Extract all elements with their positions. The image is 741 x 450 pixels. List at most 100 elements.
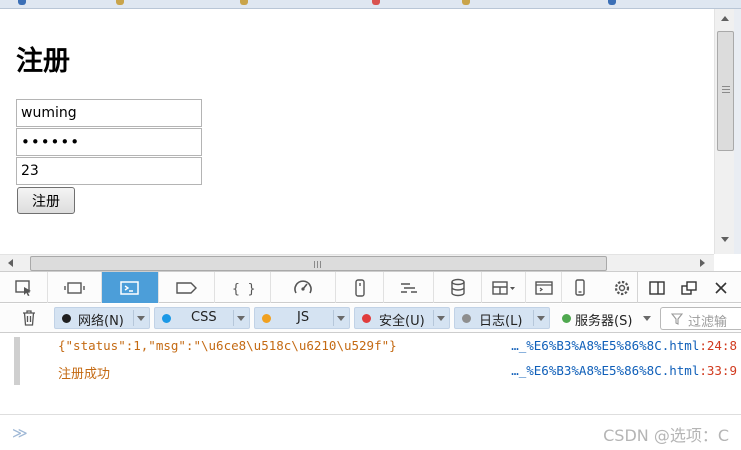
log-message-text: 注册成功 (58, 367, 111, 382)
log-source-link[interactable]: …_%E6%B3%A8%E5%86%8C.html:24:8 (511, 338, 737, 353)
filter-label: 服务器(S) (575, 314, 633, 329)
console-message: 注册成功 …_%E6%B3%A8%E5%86%8C.html:33:9 (58, 363, 741, 383)
password-field[interactable] (16, 128, 202, 156)
logging-dot-icon (462, 314, 471, 323)
scroll-left-arrow-icon[interactable] (8, 259, 13, 267)
console-icon (120, 280, 139, 295)
security-dot-icon (362, 314, 371, 323)
storage-icon (450, 278, 465, 296)
chevron-down-icon[interactable] (537, 316, 545, 321)
server-dot-icon (562, 314, 571, 323)
browser-tab-strip (0, 0, 741, 9)
tab-favicon (240, 0, 248, 5)
js-dot-icon (262, 314, 271, 323)
device-icon (575, 278, 585, 296)
dock-side-button[interactable] (642, 272, 672, 303)
register-button[interactable]: 注册 (17, 187, 75, 214)
separate-window-icon (681, 280, 697, 295)
grip-line (317, 261, 318, 268)
clear-console-button[interactable] (20, 309, 38, 331)
console-input[interactable]: ≫ CSDN @选项：C (0, 414, 741, 450)
separate-window-button[interactable] (674, 272, 704, 303)
network-dot-icon (62, 314, 71, 323)
grip-line (722, 89, 730, 90)
close-devtools-button[interactable] (706, 272, 736, 303)
tab-responsive[interactable] (48, 272, 102, 303)
css-dot-icon (162, 314, 171, 323)
filter-js-button[interactable]: JS (254, 307, 350, 329)
filter-placeholder: 过滤输 (688, 315, 728, 330)
page-viewport: 注册 注册 (0, 9, 741, 254)
dock-side-icon (649, 280, 665, 295)
scroll-up-arrow-icon[interactable] (721, 16, 729, 21)
message-group-indicator (14, 337, 20, 385)
tab-memory[interactable] (336, 272, 384, 303)
grip-line (722, 92, 730, 93)
vertical-scrollbar[interactable] (714, 9, 734, 254)
filter-network-button[interactable]: 网络(N) (54, 307, 150, 329)
horizontal-scrollbar[interactable] (0, 254, 714, 271)
tab-performance[interactable] (271, 272, 336, 303)
network-icon (400, 282, 417, 293)
filter-label: 网络(N) (78, 314, 124, 329)
filter-separator (333, 310, 334, 326)
chevron-down-icon[interactable] (643, 316, 651, 321)
filter-label: 日志(L) (479, 314, 523, 329)
filter-label: 安全(U) (379, 314, 425, 329)
source-location[interactable]: :33:9 (699, 363, 737, 378)
tab-device[interactable] (562, 272, 598, 303)
close-icon (715, 281, 727, 294)
filter-output-input[interactable]: 过滤输 (660, 307, 741, 330)
log-source-link[interactable]: …_%E6%B3%A8%E5%86%8C.html:33:9 (511, 363, 737, 378)
inspector-icon (14, 279, 31, 296)
filter-separator (433, 310, 434, 326)
username-field[interactable] (16, 99, 202, 127)
grip-line (314, 261, 315, 268)
tab-storage[interactable] (434, 272, 482, 303)
vertical-scroll-thumb[interactable] (717, 31, 734, 151)
devtools-panel: { } 网络(N) CSS JS 安全(U) 日志(L) 服务器(S) 过滤输 … (0, 271, 741, 450)
source-file[interactable]: …_%E6%B3%A8%E5%86%8C.html (511, 338, 699, 353)
chevron-down-icon[interactable] (137, 316, 145, 321)
tab-scratchpad[interactable] (526, 272, 562, 303)
tab-debugger[interactable] (159, 272, 215, 303)
chevron-down-icon[interactable] (337, 316, 345, 321)
tab-settings[interactable] (606, 272, 638, 303)
svg-text:{ }: { } (232, 282, 255, 296)
scroll-right-arrow-icon[interactable] (700, 259, 705, 267)
tab-console[interactable] (102, 272, 159, 303)
tab-favicon (462, 0, 470, 5)
style-editor-icon: { } (232, 282, 255, 296)
source-location[interactable]: :24:8 (699, 338, 737, 353)
responsive-icon (63, 281, 85, 294)
filter-separator (133, 310, 134, 326)
scroll-down-arrow-icon[interactable] (721, 237, 729, 242)
settings-icon (614, 280, 629, 295)
grip-line (722, 86, 730, 87)
page-title: 注册 (16, 46, 70, 77)
tab-favicon (372, 0, 380, 5)
watermark: CSDN @选项：C (603, 426, 729, 445)
console-message: {"status":1,"msg":"\u6ce8\u518c\u6210\u5… (58, 338, 741, 358)
tab-inspector[interactable] (0, 272, 48, 303)
filter-label: JS (297, 310, 310, 325)
tab-style-editor[interactable]: { } (215, 272, 271, 303)
chevron-down-icon[interactable] (237, 316, 245, 321)
window-edge (734, 9, 741, 254)
tab-network[interactable] (384, 272, 434, 303)
prompt-chevron-icon: ≫ (12, 424, 28, 442)
scratchpad-icon (534, 280, 553, 295)
chevron-down-icon[interactable] (437, 316, 445, 321)
performance-icon (294, 279, 312, 293)
filter-security-button[interactable]: 安全(U) (354, 307, 450, 329)
filter-css-button[interactable]: CSS (154, 307, 250, 329)
age-field[interactable] (16, 157, 202, 185)
source-file[interactable]: …_%E6%B3%A8%E5%86%8C.html (511, 363, 699, 378)
filter-separator (533, 310, 534, 326)
filter-server-button[interactable]: 服务器(S) (554, 307, 656, 329)
horizontal-scroll-thumb[interactable] (30, 256, 607, 271)
tab-layout[interactable] (482, 272, 526, 303)
filter-logging-button[interactable]: 日志(L) (454, 307, 550, 329)
memory-icon (354, 278, 365, 297)
console-output: {"status":1,"msg":"\u6ce8\u518c\u6210\u5… (0, 334, 741, 414)
